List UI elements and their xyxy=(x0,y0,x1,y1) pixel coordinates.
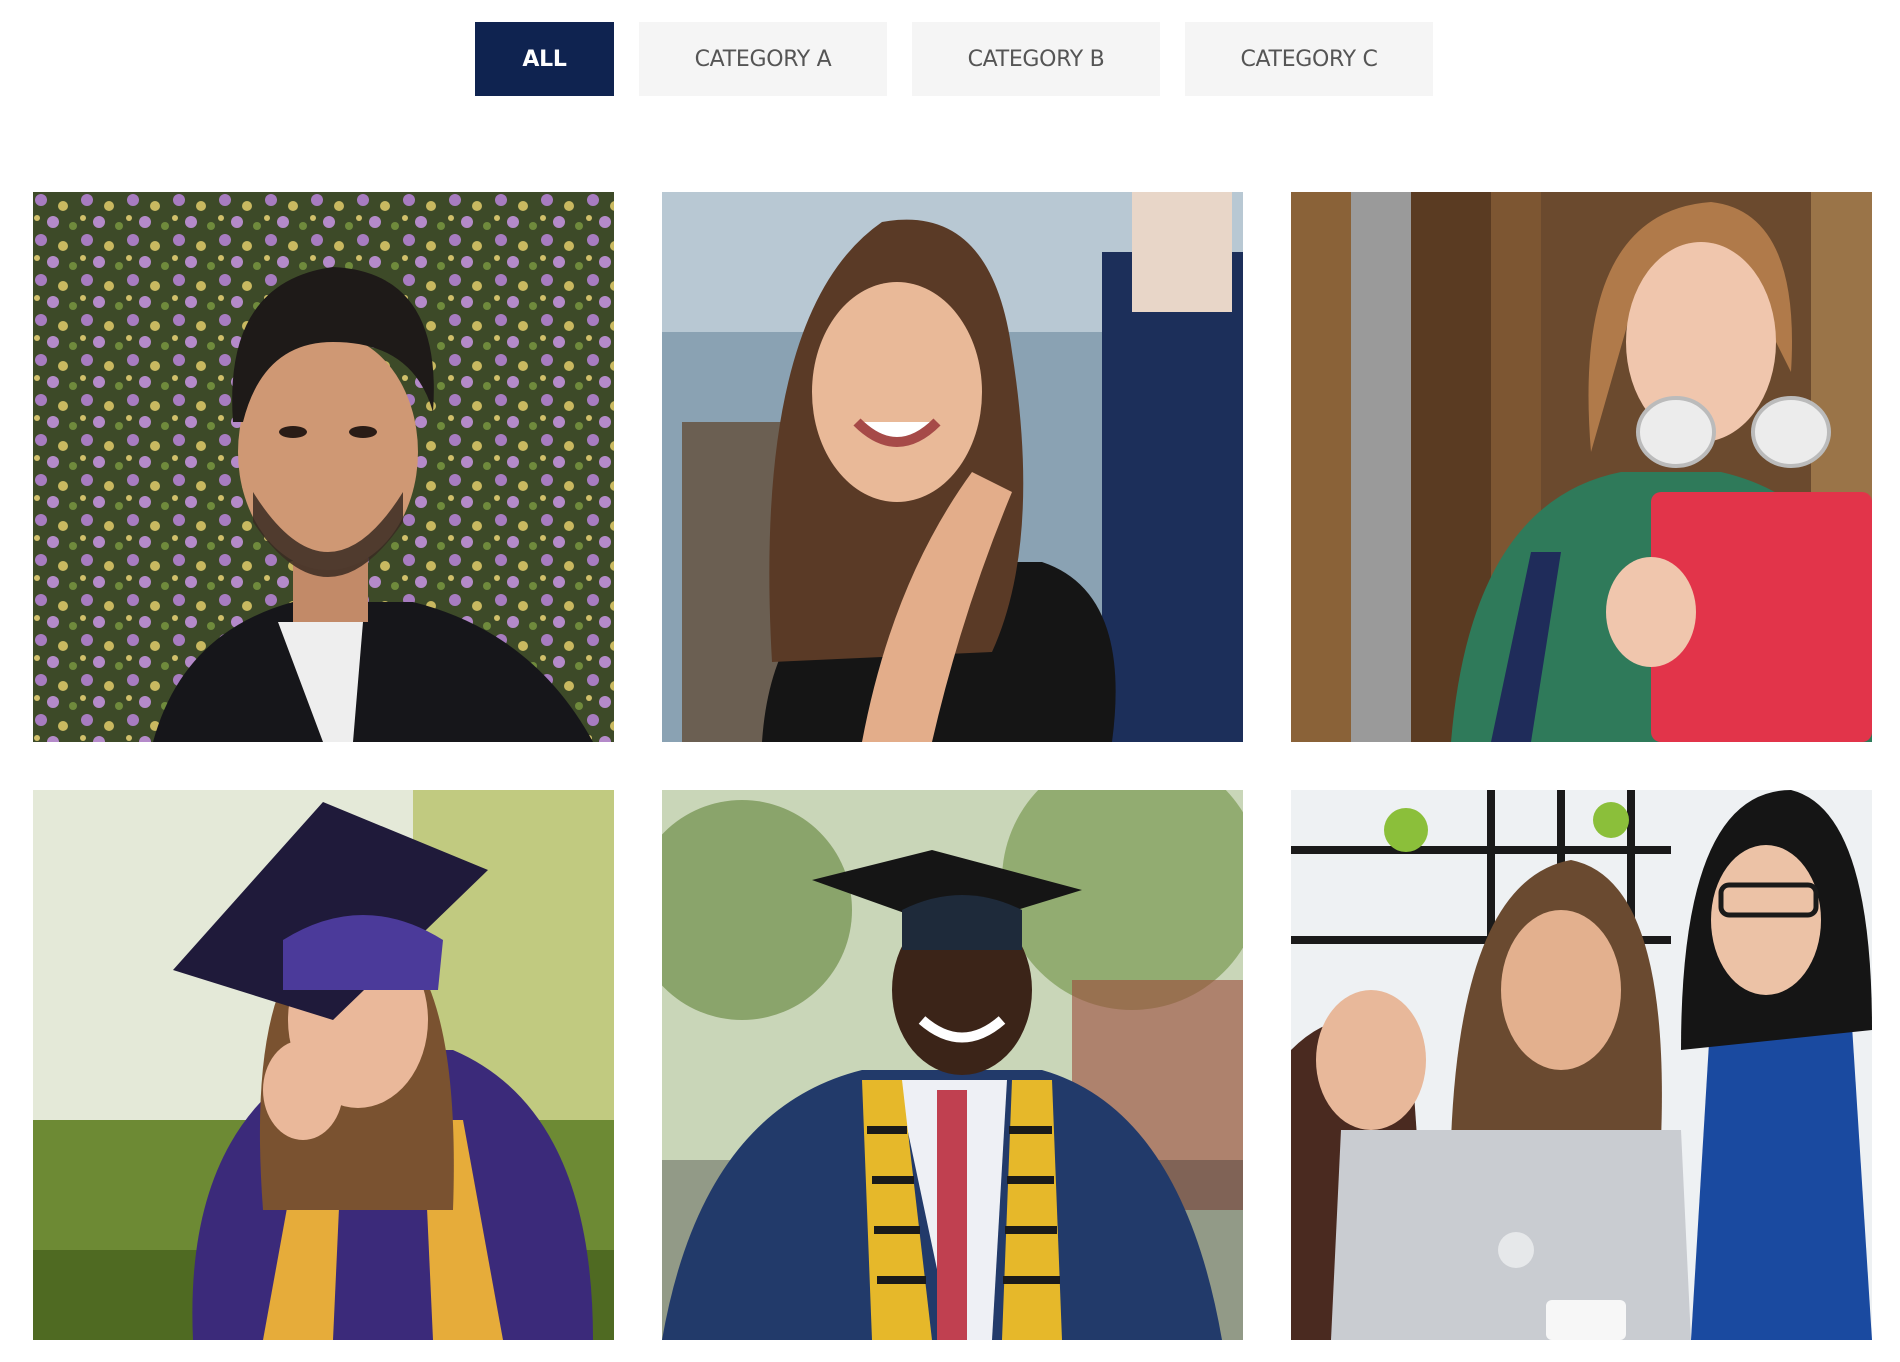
filter-all-button[interactable]: ALL xyxy=(475,22,614,96)
smiling-woman-image xyxy=(662,192,1243,742)
category-filter-bar: ALL CATEGORY A CATEGORY B CATEGORY C xyxy=(475,22,1433,96)
gallery-photo-smiling-woman[interactable] xyxy=(662,192,1243,742)
graduate-man-image xyxy=(662,790,1243,1340)
gallery-photo-women-laptop[interactable] xyxy=(1291,790,1872,1340)
man-portrait-image xyxy=(33,192,614,742)
gallery-photo-student-headphones[interactable] xyxy=(1291,192,1872,742)
filter-category-a-button[interactable]: CATEGORY A xyxy=(639,22,887,96)
filter-category-b-button[interactable]: CATEGORY B xyxy=(912,22,1160,96)
gallery-photo-graduate-man[interactable] xyxy=(662,790,1243,1340)
student-headphones-image xyxy=(1291,192,1872,742)
gallery-photo-man-portrait[interactable] xyxy=(33,192,614,742)
photo-gallery-grid xyxy=(33,192,1872,1340)
gallery-photo-graduate-woman[interactable] xyxy=(33,790,614,1340)
graduate-woman-image xyxy=(33,790,614,1340)
filter-category-c-button[interactable]: CATEGORY C xyxy=(1185,22,1433,96)
women-laptop-image xyxy=(1291,790,1872,1340)
